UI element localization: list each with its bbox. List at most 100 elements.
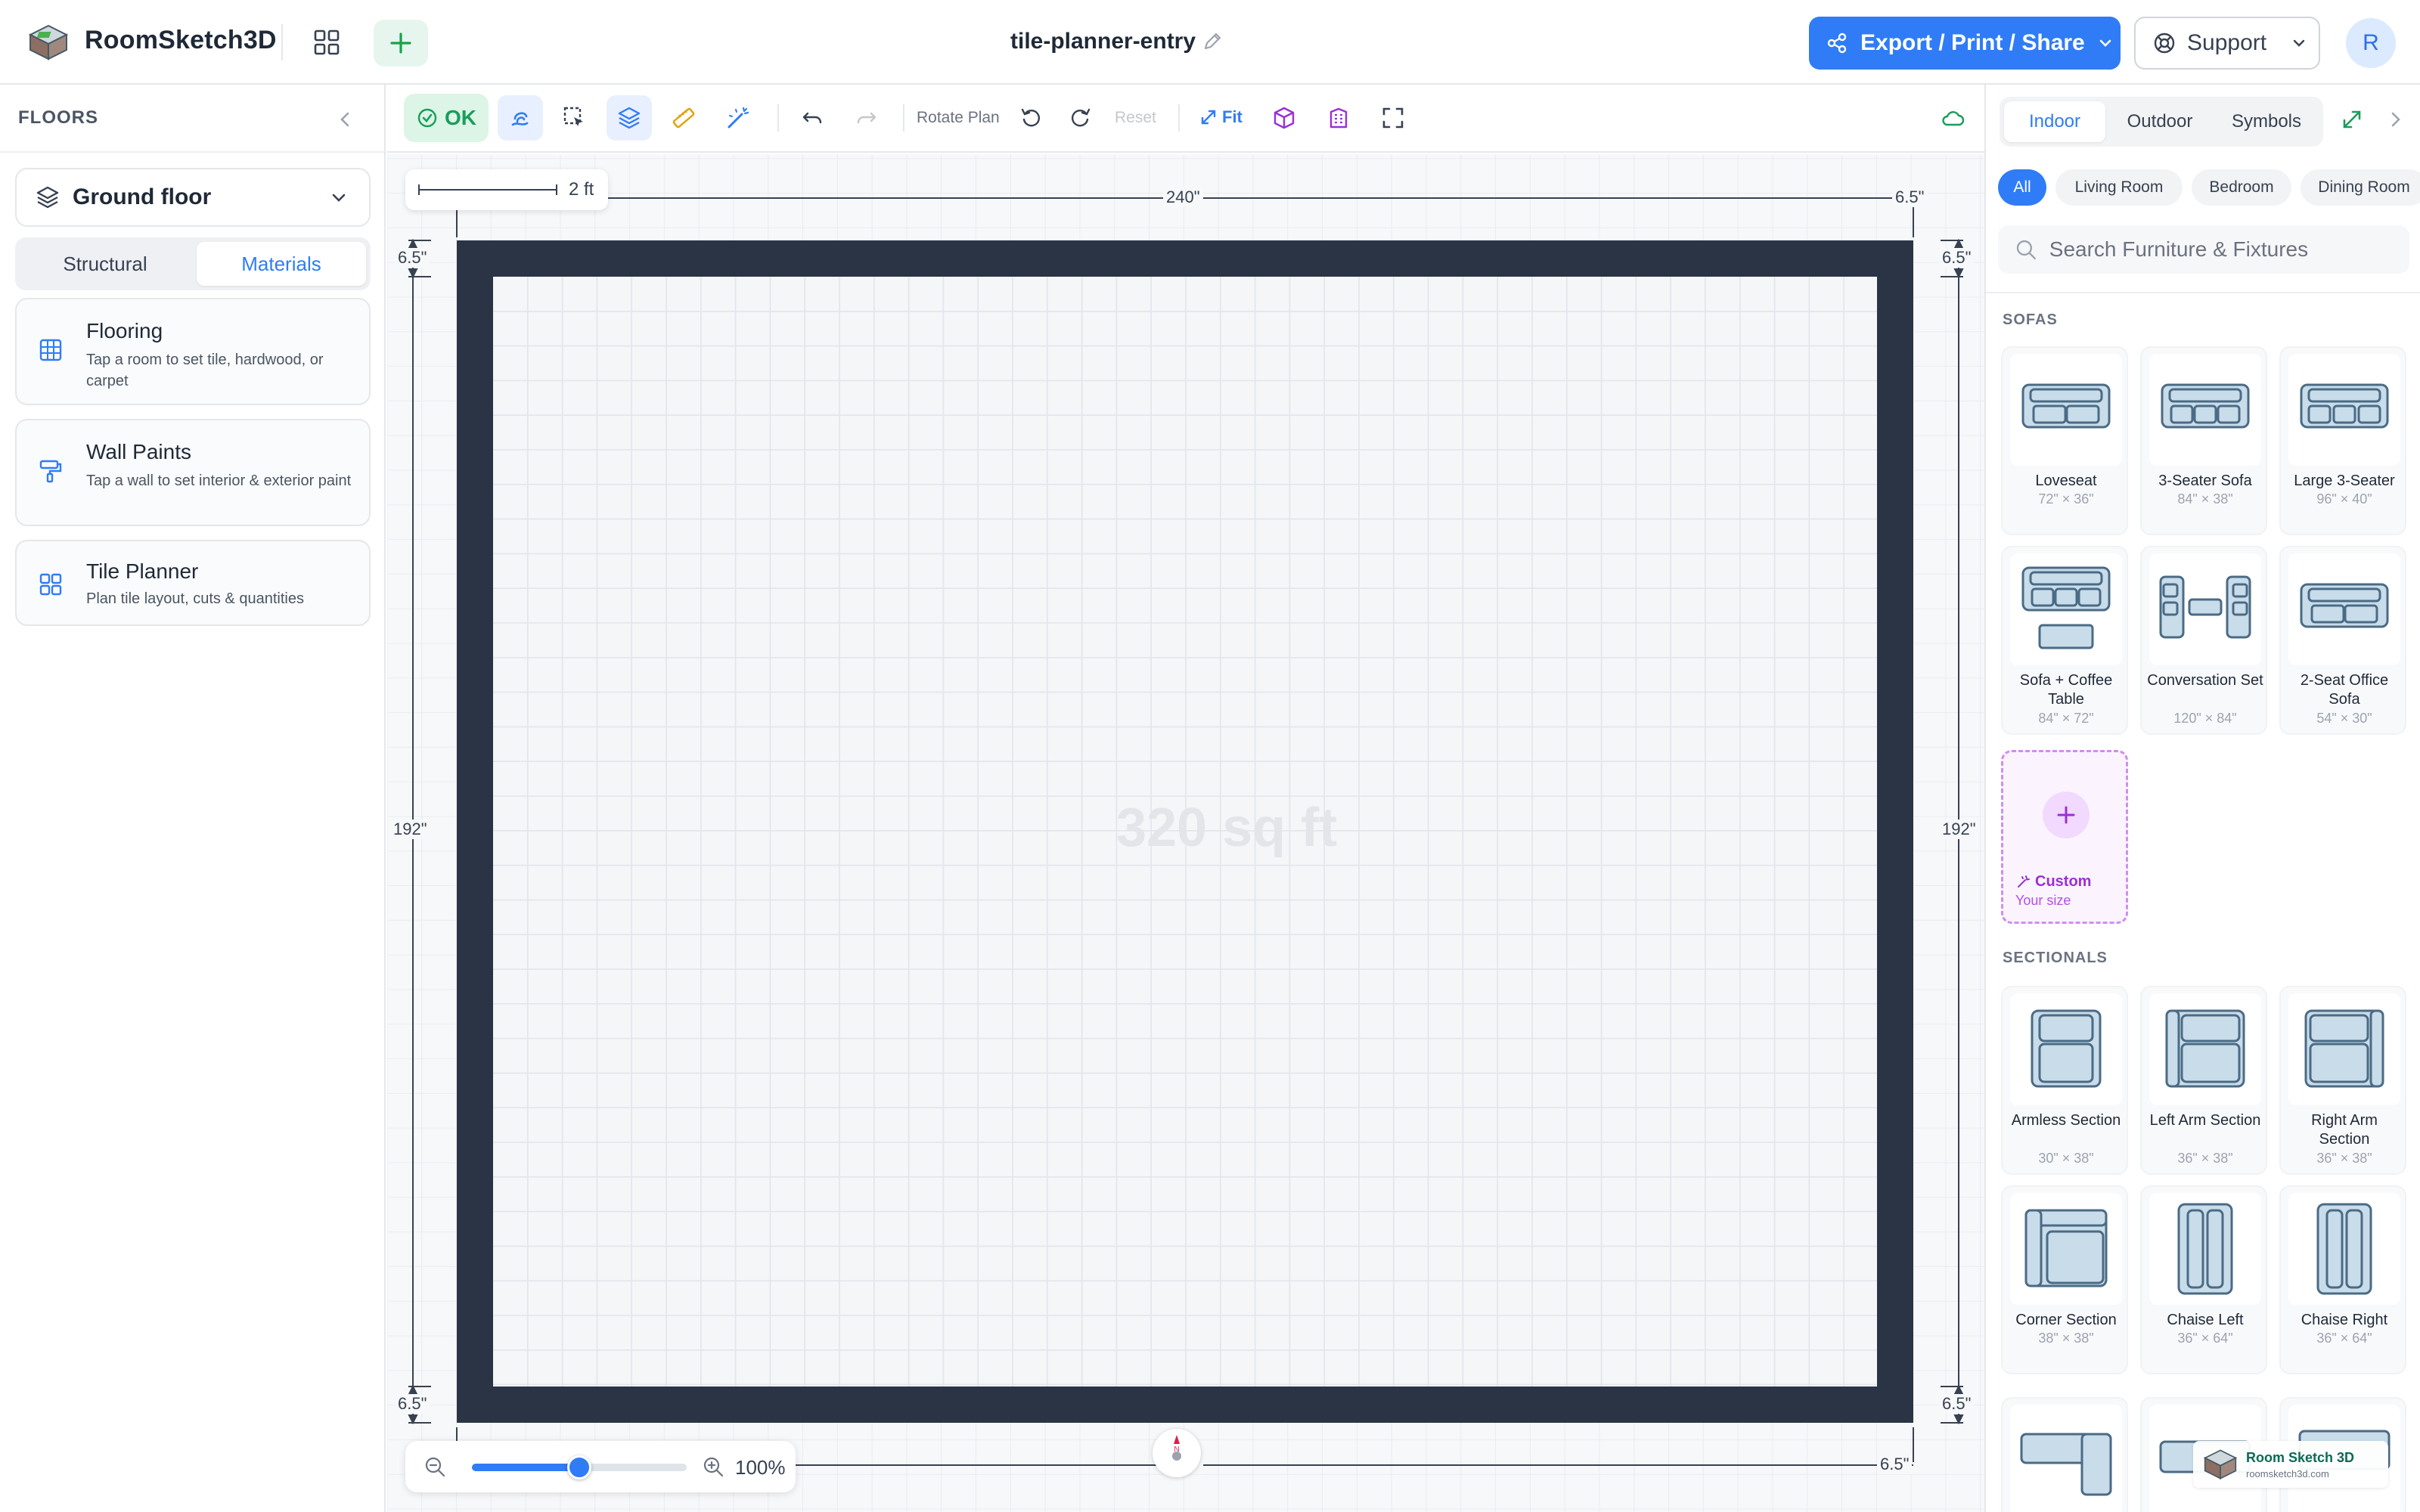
measure-tool-button[interactable] [661,95,706,141]
list-item[interactable]: Right Arm Section 36" × 38" [2279,986,2406,1175]
search-input[interactable] [2049,237,2409,262]
tab-outdoor[interactable]: Outdoor [2110,101,2210,142]
zoom-slider-fill [472,1464,579,1471]
chevron-left-icon [340,112,349,127]
item-name: Large 3-Seater [2294,472,2395,489]
zoom-in-icon[interactable] [702,1455,724,1478]
tile-planner-card[interactable]: Tile Planner Plan tile layout, cuts & qu… [15,540,371,626]
support-button[interactable]: Support [2134,17,2320,70]
tab-symbols[interactable]: Symbols [2214,101,2319,142]
share-icon [1827,33,1847,54]
rotate-plan-label: Rotate Plan [917,109,1000,126]
list-item[interactable]: Large 3-Seater 96" × 40" [2279,346,2406,535]
chip-living-room[interactable]: Living Room [2055,169,2183,206]
chip-dining-room[interactable]: Dining Room [2301,169,2420,206]
fit-button[interactable]: Fit [1199,107,1243,127]
flooring-card[interactable]: Flooring Tap a room to set tile, hardwoo… [15,298,371,405]
tab-structural[interactable]: Structural [20,242,191,286]
ruler-icon [672,107,695,129]
user-avatar[interactable]: R [2346,18,2396,68]
panel-divider [1986,292,2420,293]
export-label: Export / Print / Share [1860,30,2085,55]
sparkle-icon [2018,875,2030,888]
item-size: 36" × 38" [2177,1151,2233,1166]
rotate-left-button[interactable] [1009,95,1054,141]
floor-selector[interactable]: Ground floor [15,168,371,227]
chip-bedroom[interactable]: Bedroom [2192,169,2291,206]
chip-all[interactable]: All [1998,169,2046,206]
scale-ruler [418,184,557,195]
dimension-left-height: 192" [390,820,430,839]
custom-size-card[interactable]: Custom Your size [2001,750,2128,924]
fullscreen-icon [1382,107,1404,129]
layers-icon [36,186,59,209]
layers-tool-button[interactable] [607,95,652,141]
fullscreen-button[interactable] [1370,95,1416,141]
compass[interactable]: N [1153,1429,1201,1477]
app-logo-icon[interactable] [27,23,70,62]
item-name: Armless Section [2011,1112,2121,1129]
layers-icon [618,107,641,129]
zoom-slider-thumb[interactable] [567,1455,591,1479]
list-item[interactable]: Sofa + Coffee Table 84" × 72" [2001,546,2128,735]
magic-tool-button[interactable] [715,95,761,141]
reset-rotation-button[interactable]: Reset [1115,109,1156,127]
pencil-icon[interactable] [1201,30,1224,53]
fit-label: Fit [1222,107,1243,126]
collapse-sidebar-button[interactable] [333,107,357,132]
redo-button[interactable] [844,95,889,141]
view-3d-button[interactable] [1261,95,1307,141]
list-item[interactable]: Loveseat 72" × 36" [2001,346,2128,535]
export-print-share-button[interactable]: Export / Print / Share [1809,17,2121,70]
list-item[interactable]: 2-Seat Office Sofa 54" × 30" [2279,546,2406,735]
list-item[interactable] [2001,1397,2128,1512]
category-chips: All Living Room Bedroom Dining Room [1998,169,2420,209]
hand-pointer-icon [511,112,529,126]
pan-tool-button[interactable] [498,95,543,141]
undo-button[interactable] [790,95,835,141]
list-item[interactable]: Armless Section 30" × 38" [2001,986,2128,1175]
wall-paints-card[interactable]: Wall Paints Tap a wall to set interior &… [15,419,371,526]
dimension-right-top-wall: 6.5" [1939,248,1975,268]
zoom-slider[interactable] [472,1455,687,1479]
list-item[interactable]: Chaise Right 36" × 64" [2279,1185,2406,1374]
conversation-set-icon [2149,553,2261,665]
expand-panel-icon[interactable] [2340,107,2364,132]
new-project-button[interactable] [374,20,428,67]
dimension-bottom-right-wall: 6.5" [1877,1455,1913,1474]
ok-button[interactable]: OK [404,94,489,142]
item-size: 38" × 38" [2038,1331,2094,1346]
list-item[interactable]: 3-Seater Sofa 84" × 38" [2140,346,2267,535]
scale-bar: 2 ft [405,169,608,210]
select-tool-button[interactable] [552,95,597,141]
building-view-button[interactable] [1316,95,1361,141]
item-name: 3-Seater Sofa [2158,472,2252,489]
search-icon [2016,240,2036,260]
chevron-down-icon [2099,39,2111,47]
list-item[interactable]: Corner Section 38" × 38" [2001,1185,2128,1374]
watermark-logo-icon [2203,1449,2238,1479]
cube-icon [1274,107,1295,129]
header-divider [281,24,283,60]
project-title[interactable]: tile-planner-entry [1010,29,1196,54]
list-item[interactable]: Left Arm Section 36" × 38" [2140,986,2267,1175]
item-size: 120" × 84" [2173,711,2237,726]
u-sectional-icon [2010,1405,2122,1512]
magic-wand-icon [728,107,749,129]
rotate-right-button[interactable] [1057,95,1103,141]
tab-materials[interactable]: Materials [197,242,366,286]
redo-icon [857,112,876,124]
list-item[interactable]: Chaise Left 36" × 64" [2140,1185,2267,1374]
item-size: 36" × 64" [2177,1331,2233,1346]
list-item[interactable]: Conversation Set 120" × 84" [2140,546,2267,735]
chevron-right-icon[interactable] [2384,107,2408,132]
dashboard-button[interactable] [306,23,348,62]
item-name: Corner Section [2015,1312,2117,1328]
furniture-search[interactable] [1998,225,2409,274]
tab-indoor[interactable]: Indoor [2004,101,2105,142]
cloud-sync-button[interactable] [1930,95,1975,141]
flooring-title: Flooring [86,319,163,342]
zoom-out-icon[interactable] [424,1455,446,1478]
floor-plan-canvas[interactable]: 2 ft 240" 6.5" 6.5" 6.5" 192" 192" 6.5" … [387,154,1984,1512]
item-size: 30" × 38" [2038,1151,2094,1166]
